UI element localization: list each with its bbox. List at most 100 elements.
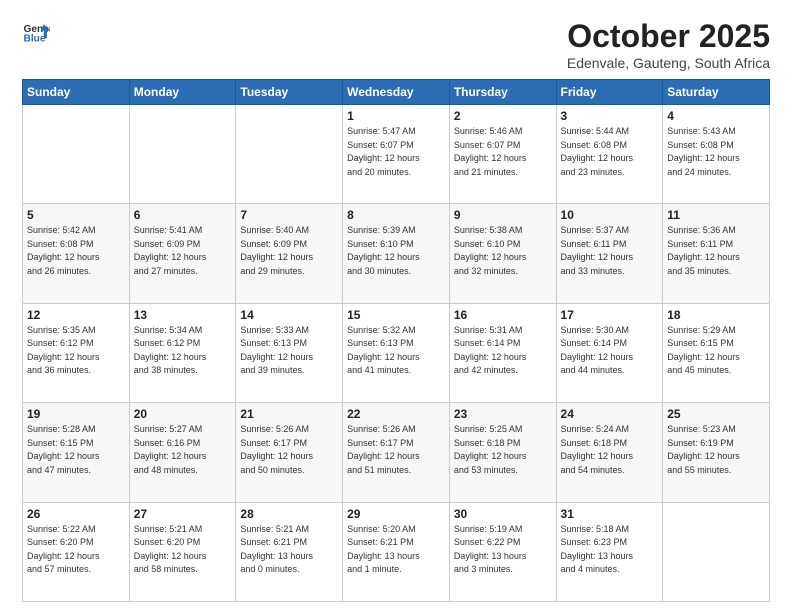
table-row xyxy=(23,105,130,204)
day-number: 12 xyxy=(27,308,125,322)
day-info: Sunrise: 5:34 AM Sunset: 6:12 PM Dayligh… xyxy=(134,324,232,378)
col-wednesday: Wednesday xyxy=(343,80,450,105)
day-info: Sunrise: 5:33 AM Sunset: 6:13 PM Dayligh… xyxy=(240,324,338,378)
day-number: 9 xyxy=(454,208,552,222)
day-info: Sunrise: 5:27 AM Sunset: 6:16 PM Dayligh… xyxy=(134,423,232,477)
calendar-subtitle: Edenvale, Gauteng, South Africa xyxy=(567,55,770,71)
svg-text:Blue: Blue xyxy=(24,33,46,44)
table-row: 9 Sunrise: 5:38 AM Sunset: 6:10 PM Daylig… xyxy=(449,204,556,303)
table-row: 28 Sunrise: 5:21 AM Sunset: 6:21 PM Dayli… xyxy=(236,502,343,601)
day-info: Sunrise: 5:41 AM Sunset: 6:09 PM Dayligh… xyxy=(134,224,232,278)
day-number: 20 xyxy=(134,407,232,421)
table-row: 15 Sunrise: 5:32 AM Sunset: 6:13 PM Dayli… xyxy=(343,303,450,402)
page: General Blue October 2025 Edenvale, Gaut… xyxy=(0,0,792,612)
day-number: 3 xyxy=(561,109,659,123)
col-tuesday: Tuesday xyxy=(236,80,343,105)
table-row: 20 Sunrise: 5:27 AM Sunset: 6:16 PM Dayli… xyxy=(129,403,236,502)
day-info: Sunrise: 5:25 AM Sunset: 6:18 PM Dayligh… xyxy=(454,423,552,477)
day-info: Sunrise: 5:20 AM Sunset: 6:21 PM Dayligh… xyxy=(347,523,445,577)
day-info: Sunrise: 5:23 AM Sunset: 6:19 PM Dayligh… xyxy=(667,423,765,477)
table-row: 8Sunrise: 5:39 AM Sunset: 6:10 PM Daylig… xyxy=(343,204,450,303)
day-number: 25 xyxy=(667,407,765,421)
day-info: Sunrise: 5:22 AM Sunset: 6:20 PM Dayligh… xyxy=(27,523,125,577)
table-row: 4 Sunrise: 5:43 AM Sunset: 6:08 PM Daylig… xyxy=(663,105,770,204)
calendar-week-row: 19 Sunrise: 5:28 AM Sunset: 6:15 PM Dayli… xyxy=(23,403,770,502)
day-number: 10 xyxy=(561,208,659,222)
header: General Blue October 2025 Edenvale, Gaut… xyxy=(22,18,770,71)
table-row: 24 Sunrise: 5:24 AM Sunset: 6:18 PM Dayli… xyxy=(556,403,663,502)
table-row: 26 Sunrise: 5:22 AM Sunset: 6:20 PM Dayli… xyxy=(23,502,130,601)
day-number: 30 xyxy=(454,507,552,521)
calendar-title: October 2025 xyxy=(567,18,770,55)
day-info: Sunrise: 5:19 AM Sunset: 6:22 PM Dayligh… xyxy=(454,523,552,577)
table-row: 1 Sunrise: 5:47 AM Sunset: 6:07 PM Daylig… xyxy=(343,105,450,204)
day-number: 28 xyxy=(240,507,338,521)
day-info: Sunrise: 5:42 AM Sunset: 6:08 PM Dayligh… xyxy=(27,224,125,278)
day-info: Sunrise: 5:46 AM Sunset: 6:07 PM Dayligh… xyxy=(454,125,552,179)
table-row: 29Sunrise: 5:20 AM Sunset: 6:21 PM Dayli… xyxy=(343,502,450,601)
day-info: Sunrise: 5:36 AM Sunset: 6:11 PM Dayligh… xyxy=(667,224,765,278)
table-row: 14Sunrise: 5:33 AM Sunset: 6:13 PM Dayli… xyxy=(236,303,343,402)
table-row: 31Sunrise: 5:18 AM Sunset: 6:23 PM Dayli… xyxy=(556,502,663,601)
calendar-week-row: 1 Sunrise: 5:47 AM Sunset: 6:07 PM Daylig… xyxy=(23,105,770,204)
table-row xyxy=(663,502,770,601)
day-info: Sunrise: 5:21 AM Sunset: 6:20 PM Dayligh… xyxy=(134,523,232,577)
title-block: October 2025 Edenvale, Gauteng, South Af… xyxy=(567,18,770,71)
weekday-header-row: Sunday Monday Tuesday Wednesday Thursday… xyxy=(23,80,770,105)
day-number: 1 xyxy=(347,109,445,123)
calendar-week-row: 12Sunrise: 5:35 AM Sunset: 6:12 PM Dayli… xyxy=(23,303,770,402)
day-info: Sunrise: 5:28 AM Sunset: 6:15 PM Dayligh… xyxy=(27,423,125,477)
day-number: 7 xyxy=(240,208,338,222)
table-row: 2 Sunrise: 5:46 AM Sunset: 6:07 PM Daylig… xyxy=(449,105,556,204)
day-number: 13 xyxy=(134,308,232,322)
calendar-table: Sunday Monday Tuesday Wednesday Thursday… xyxy=(22,79,770,602)
logo: General Blue xyxy=(22,18,50,46)
day-info: Sunrise: 5:30 AM Sunset: 6:14 PM Dayligh… xyxy=(561,324,659,378)
table-row: 10 Sunrise: 5:37 AM Sunset: 6:11 PM Dayli… xyxy=(556,204,663,303)
day-info: Sunrise: 5:32 AM Sunset: 6:13 PM Dayligh… xyxy=(347,324,445,378)
table-row: 30 Sunrise: 5:19 AM Sunset: 6:22 PM Dayli… xyxy=(449,502,556,601)
table-row: 18 Sunrise: 5:29 AM Sunset: 6:15 PM Dayli… xyxy=(663,303,770,402)
day-info: Sunrise: 5:37 AM Sunset: 6:11 PM Dayligh… xyxy=(561,224,659,278)
table-row: 17Sunrise: 5:30 AM Sunset: 6:14 PM Dayli… xyxy=(556,303,663,402)
day-number: 2 xyxy=(454,109,552,123)
day-number: 5 xyxy=(27,208,125,222)
table-row: 11Sunrise: 5:36 AM Sunset: 6:11 PM Dayli… xyxy=(663,204,770,303)
day-info: Sunrise: 5:29 AM Sunset: 6:15 PM Dayligh… xyxy=(667,324,765,378)
day-number: 23 xyxy=(454,407,552,421)
table-row: 3Sunrise: 5:44 AM Sunset: 6:08 PM Daylig… xyxy=(556,105,663,204)
day-number: 22 xyxy=(347,407,445,421)
day-number: 19 xyxy=(27,407,125,421)
day-info: Sunrise: 5:43 AM Sunset: 6:08 PM Dayligh… xyxy=(667,125,765,179)
table-row: 6Sunrise: 5:41 AM Sunset: 6:09 PM Daylig… xyxy=(129,204,236,303)
day-number: 27 xyxy=(134,507,232,521)
table-row: 23 Sunrise: 5:25 AM Sunset: 6:18 PM Dayli… xyxy=(449,403,556,502)
col-thursday: Thursday xyxy=(449,80,556,105)
day-number: 4 xyxy=(667,109,765,123)
day-info: Sunrise: 5:47 AM Sunset: 6:07 PM Dayligh… xyxy=(347,125,445,179)
day-number: 21 xyxy=(240,407,338,421)
day-info: Sunrise: 5:21 AM Sunset: 6:21 PM Dayligh… xyxy=(240,523,338,577)
day-number: 18 xyxy=(667,308,765,322)
day-info: Sunrise: 5:38 AM Sunset: 6:10 PM Dayligh… xyxy=(454,224,552,278)
day-number: 8 xyxy=(347,208,445,222)
day-number: 24 xyxy=(561,407,659,421)
day-info: Sunrise: 5:31 AM Sunset: 6:14 PM Dayligh… xyxy=(454,324,552,378)
table-row: 21 Sunrise: 5:26 AM Sunset: 6:17 PM Dayli… xyxy=(236,403,343,502)
table-row xyxy=(236,105,343,204)
day-number: 16 xyxy=(454,308,552,322)
day-info: Sunrise: 5:26 AM Sunset: 6:17 PM Dayligh… xyxy=(240,423,338,477)
col-friday: Friday xyxy=(556,80,663,105)
table-row: 27 Sunrise: 5:21 AM Sunset: 6:20 PM Dayli… xyxy=(129,502,236,601)
day-number: 31 xyxy=(561,507,659,521)
day-number: 26 xyxy=(27,507,125,521)
table-row: 25 Sunrise: 5:23 AM Sunset: 6:19 PM Dayli… xyxy=(663,403,770,502)
day-number: 15 xyxy=(347,308,445,322)
day-info: Sunrise: 5:24 AM Sunset: 6:18 PM Dayligh… xyxy=(561,423,659,477)
logo-icon: General Blue xyxy=(22,18,50,46)
table-row: 5 Sunrise: 5:42 AM Sunset: 6:08 PM Daylig… xyxy=(23,204,130,303)
table-row: 19 Sunrise: 5:28 AM Sunset: 6:15 PM Dayli… xyxy=(23,403,130,502)
col-monday: Monday xyxy=(129,80,236,105)
col-saturday: Saturday xyxy=(663,80,770,105)
calendar-week-row: 5 Sunrise: 5:42 AM Sunset: 6:08 PM Daylig… xyxy=(23,204,770,303)
